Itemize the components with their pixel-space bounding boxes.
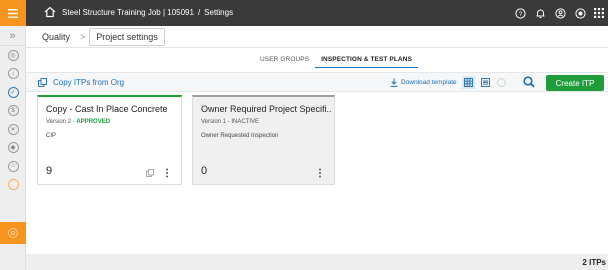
tab-inspection-test-plans[interactable]: INSPECTION & TEST PLANS bbox=[315, 54, 418, 68]
more-options-icon[interactable] bbox=[317, 168, 323, 178]
grid-view-icon bbox=[464, 78, 473, 87]
copy-icon[interactable] bbox=[146, 169, 154, 177]
itp-card-version: Version 2 - APPROVED bbox=[46, 119, 110, 125]
itp-card-version: Version 1 - INACTIVE bbox=[201, 119, 259, 125]
divider bbox=[26, 47, 608, 48]
module-icon: ✕ bbox=[7, 123, 19, 135]
status-badge: INACTIVE bbox=[231, 119, 260, 125]
copy-itps-label: Copy ITPs from Org bbox=[53, 78, 125, 87]
header-section: Settings bbox=[204, 8, 234, 17]
breadcrumb-separator: > bbox=[80, 32, 86, 42]
rail-item-7[interactable]: ⌂ bbox=[0, 157, 26, 176]
module-icon: ◌ bbox=[7, 179, 19, 191]
download-template-label: Download template bbox=[401, 79, 457, 86]
settings-icon bbox=[8, 228, 18, 238]
header-breadcrumb: Steel Structure Training Job | 105091/Se… bbox=[62, 8, 233, 17]
left-rail: » ◎ ↕ ✓ $ ✕ ◉ ⌂ ◌ bbox=[0, 26, 26, 270]
rail-item-2[interactable]: ↕ bbox=[0, 65, 26, 84]
project-link[interactable]: Steel Structure Training Job | 105091 bbox=[62, 8, 194, 17]
menu-button[interactable] bbox=[0, 0, 26, 26]
apps-grid-icon[interactable] bbox=[592, 6, 606, 20]
hamburger-icon bbox=[8, 8, 18, 18]
itp-card[interactable]: Copy - Cast In Place Concrete Version 2 … bbox=[37, 95, 182, 185]
download-template-link[interactable]: Download template bbox=[390, 78, 457, 87]
copy-icon bbox=[38, 78, 47, 87]
itp-toolbar: Copy ITPs from Org Download template Cre… bbox=[26, 72, 608, 92]
more-options-icon[interactable] bbox=[164, 168, 170, 178]
download-icon bbox=[390, 78, 398, 87]
settings-tabs: USER GROUPS INSPECTION & TEST PLANS bbox=[254, 54, 418, 68]
version-text: Version 1 - bbox=[201, 119, 232, 125]
tab-user-groups[interactable]: USER GROUPS bbox=[254, 54, 315, 68]
itp-card-subtitle: CIP bbox=[46, 133, 57, 139]
itp-card-count: 9 bbox=[46, 165, 53, 177]
rail-settings-button[interactable] bbox=[0, 222, 26, 244]
breadcrumb-project-settings[interactable]: Project settings bbox=[89, 28, 165, 46]
user-circle-icon[interactable] bbox=[553, 6, 567, 20]
status-badge: APPROVED bbox=[76, 119, 111, 125]
itp-card[interactable]: Owner Required Project Specifi... Versio… bbox=[192, 95, 335, 185]
expand-rail-button[interactable]: » bbox=[0, 26, 25, 46]
footer-bar: 2 ITPs bbox=[26, 254, 608, 270]
itp-card-title: Owner Required Project Specifi... bbox=[201, 104, 331, 114]
itp-total-count: 2 ITPs bbox=[582, 258, 606, 267]
module-icon: ◉ bbox=[7, 142, 19, 154]
bell-icon[interactable] bbox=[533, 6, 547, 20]
module-icon: ⌂ bbox=[7, 160, 19, 172]
version-text: Version 2 - bbox=[46, 119, 77, 125]
top-bar: Steel Structure Training Job | 105091/Se… bbox=[0, 0, 608, 26]
rail-item-6[interactable]: ◉ bbox=[0, 139, 26, 158]
rail-item-1[interactable]: ◎ bbox=[0, 46, 26, 65]
rail-item-4[interactable]: $ bbox=[0, 102, 26, 121]
rail-item-3[interactable]: ✓ bbox=[0, 83, 26, 102]
module-icon: ◎ bbox=[7, 49, 19, 61]
help-icon[interactable]: ? bbox=[513, 6, 527, 20]
copy-itps-link[interactable]: Copy ITPs from Org bbox=[38, 78, 124, 87]
itp-card-subtitle: Owner Requested Inspection bbox=[201, 133, 279, 139]
header-separator: / bbox=[197, 8, 201, 17]
filter-icon bbox=[497, 78, 506, 87]
search-icon[interactable] bbox=[522, 75, 536, 89]
power-icon[interactable] bbox=[573, 6, 587, 20]
quality-icon: ✓ bbox=[7, 86, 19, 98]
module-icon: ↕ bbox=[7, 68, 19, 80]
rail-item-8[interactable]: ◌ bbox=[0, 176, 26, 195]
list-view-icon bbox=[481, 78, 490, 87]
list-view-button[interactable] bbox=[479, 76, 492, 89]
breadcrumb-quality[interactable]: Quality bbox=[36, 32, 76, 42]
rail-item-5[interactable]: ✕ bbox=[0, 120, 26, 139]
breadcrumb: Quality > Project settings bbox=[36, 28, 165, 46]
module-icon: $ bbox=[7, 105, 19, 117]
grid-view-button[interactable] bbox=[462, 76, 475, 89]
home-icon[interactable] bbox=[44, 6, 56, 18]
svg-text:?: ? bbox=[518, 11, 522, 18]
create-itp-button[interactable]: Create ITP bbox=[546, 75, 604, 91]
filter-button[interactable] bbox=[495, 76, 508, 89]
itp-card-count: 0 bbox=[201, 165, 208, 177]
itp-card-title: Copy - Cast In Place Concrete bbox=[46, 104, 168, 114]
